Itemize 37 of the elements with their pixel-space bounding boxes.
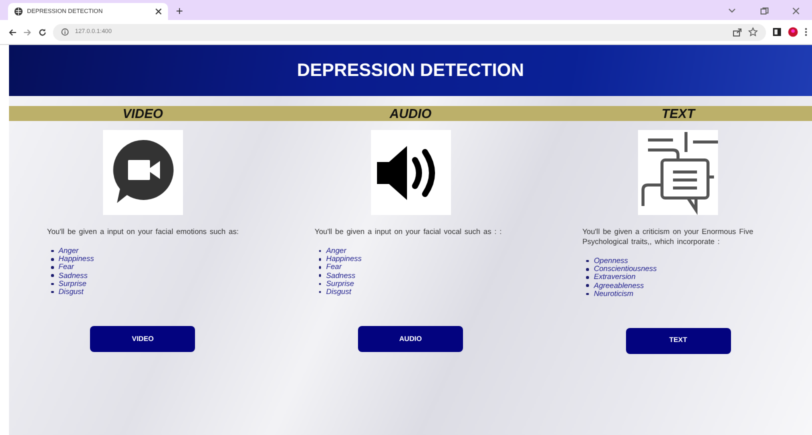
star-icon[interactable] bbox=[748, 27, 758, 37]
page-title: DEPRESSION DETECTION bbox=[296, 60, 524, 81]
share-icon[interactable] bbox=[732, 27, 742, 37]
bullet-icon bbox=[318, 250, 322, 252]
bullet-icon bbox=[318, 274, 322, 277]
bullet-icon bbox=[318, 282, 322, 286]
speaker-icon bbox=[370, 130, 450, 215]
bullet-icon bbox=[318, 290, 322, 294]
bullet-icon bbox=[51, 282, 54, 286]
reload-icon[interactable] bbox=[38, 28, 47, 36]
bullet-icon bbox=[586, 276, 589, 279]
bullet-icon bbox=[586, 284, 589, 287]
section-heading: VIDEO bbox=[122, 106, 164, 121]
restore-icon[interactable] bbox=[759, 6, 769, 16]
bullet-icon bbox=[51, 250, 54, 252]
bullet-icon bbox=[51, 258, 54, 261]
bullet-icon bbox=[318, 266, 322, 269]
bullet-icon bbox=[586, 268, 589, 271]
video-camera-icon bbox=[102, 130, 183, 215]
section-heading: AUDIO bbox=[388, 106, 432, 121]
forward-arrow-icon[interactable] bbox=[23, 28, 32, 36]
bullet-icon bbox=[586, 260, 589, 262]
bullet-icon bbox=[51, 290, 54, 294]
bullet-icon bbox=[51, 274, 54, 277]
sidebar-icon[interactable] bbox=[772, 27, 782, 37]
close-icon[interactable] bbox=[155, 8, 162, 15]
bullet-icon bbox=[51, 266, 54, 269]
menu-icon[interactable] bbox=[804, 27, 808, 37]
info-icon bbox=[61, 28, 69, 36]
back-arrow-icon[interactable] bbox=[8, 28, 17, 36]
profile-avatar-icon[interactable] bbox=[788, 27, 798, 37]
section-heading: TEXT bbox=[660, 106, 697, 121]
chat-bubbles-icon bbox=[638, 130, 718, 215]
bullet-icon bbox=[586, 292, 589, 296]
new-tab-button[interactable]: + bbox=[176, 4, 184, 18]
bullet-icon bbox=[318, 258, 322, 261]
globe-icon bbox=[14, 7, 23, 16]
